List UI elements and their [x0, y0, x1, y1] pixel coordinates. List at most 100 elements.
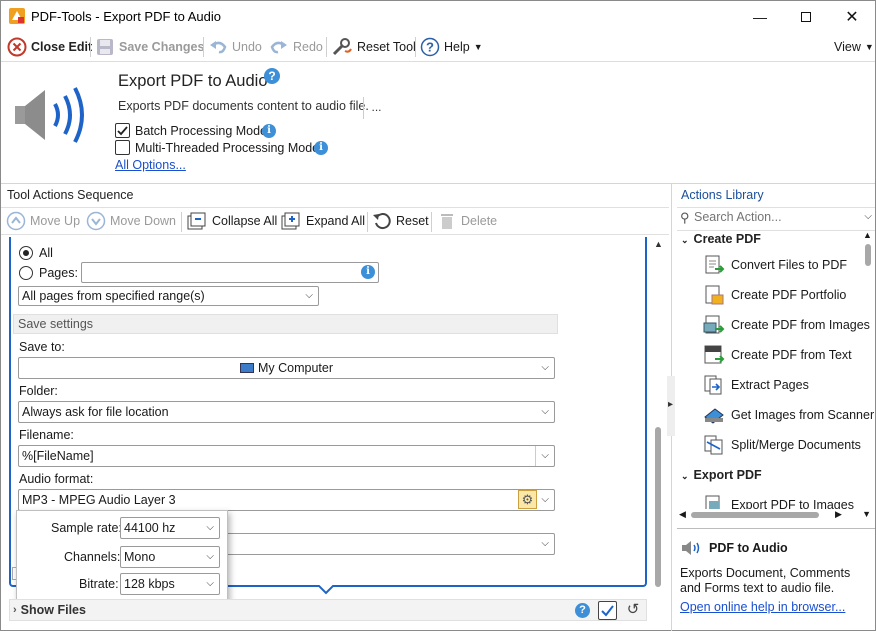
audio-format-select[interactable]: MP3 - MPEG Audio Layer 3 ⌵	[18, 489, 555, 511]
show-files-bar	[9, 599, 647, 621]
move-down-label: Move Down	[110, 214, 176, 228]
library-hscrollbar[interactable]: ◀ ▶ ▼	[677, 509, 875, 521]
audio-settings-gear-icon[interactable]: ⚙	[518, 490, 537, 509]
tool-help-icon[interactable]: ?	[264, 68, 280, 84]
chevron-down-icon: ⌵	[206, 551, 214, 562]
save-to-label: Save to:	[19, 340, 65, 354]
info-title: PDF to Audio	[709, 541, 788, 555]
filename-input[interactable]: %[FileName] ⌵	[18, 445, 555, 467]
library-item[interactable]: Export PDF to Images	[703, 493, 854, 509]
main-toolbar: Close Edit Save Changes Undo Redo Reset …	[1, 32, 875, 62]
expand-all-button[interactable]: Expand All	[280, 210, 365, 232]
reset-tool-label: Reset Tool	[357, 40, 416, 54]
multi-thread-info-icon[interactable]: i	[314, 141, 328, 155]
multi-thread-checkbox[interactable]	[115, 140, 130, 155]
filename-value: %[FileName]	[22, 449, 94, 463]
chevron-down-icon: ⌄	[681, 471, 689, 481]
library-item[interactable]: Split/Merge Documents	[703, 433, 861, 457]
chevron-down-icon: ⌵	[541, 494, 549, 505]
sample-rate-select[interactable]: 44100 hz ⌵	[120, 517, 220, 539]
library-item[interactable]: Create PDF from Images	[703, 313, 870, 337]
collapse-all-button[interactable]: Collapse All	[186, 210, 277, 232]
scroll-up-arrow[interactable]: ▲	[654, 239, 663, 249]
view-button[interactable]: View ▼	[834, 36, 874, 58]
folder-select[interactable]: Always ask for file location ⌵	[18, 401, 555, 423]
svg-text:?: ?	[426, 40, 434, 55]
pages-info-icon[interactable]: i	[361, 265, 375, 279]
all-pages-radio[interactable]	[19, 246, 33, 260]
speaker-icon	[11, 84, 93, 144]
chevron-down-icon: ⌵	[535, 446, 549, 466]
range-select[interactable]: All pages from specified range(s) ⌵	[18, 286, 319, 306]
batch-mode-label: Batch Processing Mode	[135, 124, 268, 138]
library-item-label: Split/Merge Documents	[731, 438, 861, 452]
expand-icon	[281, 212, 300, 230]
speaker-small-icon	[681, 540, 703, 556]
scroll-down-arrow[interactable]: ▼	[862, 509, 871, 519]
export-images-icon	[703, 495, 725, 509]
bitrate-value: 128 kbps	[124, 577, 175, 591]
library-scrollbar[interactable]: ▲	[861, 230, 875, 510]
chevron-right-icon[interactable]: ▸	[668, 399, 673, 410]
help-icon: ?	[420, 37, 440, 57]
chevron-down-icon: ▼	[864, 42, 874, 52]
chevron-down-icon: ⌵	[305, 290, 313, 301]
group-create-pdf[interactable]: ⌄ Create PDF	[681, 232, 761, 246]
scroll-thumb[interactable]	[865, 244, 871, 266]
redo-label: Redo	[293, 40, 323, 54]
sequence-scrollbar[interactable]: ▲	[652, 237, 665, 597]
channels-select[interactable]: Mono ⌵	[120, 546, 220, 568]
pages-input[interactable]	[81, 262, 379, 283]
undo-button[interactable]: Undo	[208, 36, 262, 58]
maximize-button[interactable]	[783, 1, 829, 32]
library-search[interactable]: ⚲ ⌵	[677, 207, 875, 229]
scroll-right-arrow[interactable]: ▶	[835, 509, 842, 520]
scroll-hthumb[interactable]	[691, 512, 819, 518]
scanner-icon	[703, 405, 725, 425]
delete-button[interactable]: Delete	[437, 210, 497, 232]
library-title: Actions Library	[681, 188, 764, 202]
minimize-button[interactable]: —	[737, 1, 783, 32]
chevron-down-icon[interactable]: ⌵	[864, 211, 872, 222]
reset-button[interactable]: Reset	[372, 210, 429, 232]
collapse-all-label: Collapse All	[212, 214, 278, 228]
library-item[interactable]: Convert Files to PDF	[703, 253, 847, 277]
save-changes-button[interactable]: Save Changes	[95, 36, 204, 58]
search-icon: ⚲	[680, 210, 690, 225]
reset-icon	[373, 213, 391, 230]
show-files-help-icon[interactable]: ?	[575, 603, 590, 618]
batch-mode-checkbox[interactable]	[115, 123, 130, 138]
undo-small-icon[interactable]: ↺	[624, 601, 642, 619]
move-up-button[interactable]: Move Up	[6, 210, 80, 232]
chevron-down-icon: ⌵	[206, 522, 214, 533]
scroll-thumb[interactable]	[655, 427, 661, 587]
all-options-link[interactable]: All Options...	[115, 158, 186, 172]
search-input[interactable]	[694, 210, 854, 224]
scroll-up-arrow[interactable]: ▲	[863, 230, 872, 240]
library-item[interactable]: Get Images from Scanner	[703, 403, 874, 427]
redo-button[interactable]: Redo	[269, 36, 323, 58]
library-item[interactable]: Extract Pages	[703, 373, 809, 397]
close-window-button[interactable]: ✕	[829, 1, 875, 32]
expand-all-label: Expand All	[306, 214, 366, 228]
move-down-button[interactable]: Move Down	[86, 210, 176, 232]
library-item[interactable]: Create PDF from Text	[703, 343, 852, 367]
folder-label: Folder:	[19, 384, 58, 398]
more-options-button[interactable]: ...	[363, 97, 389, 119]
scroll-left-arrow[interactable]: ◀	[679, 509, 686, 520]
help-button[interactable]: ? Help ▼	[420, 36, 483, 58]
show-files-toggle[interactable]: › Show Files	[13, 599, 86, 621]
library-item[interactable]: Create PDF Portfolio	[703, 283, 846, 307]
bitrate-select[interactable]: 128 kbps ⌵	[120, 573, 220, 595]
chevron-down-icon: ⌄	[681, 235, 689, 245]
pages-radio[interactable]	[19, 266, 33, 280]
all-pages-label: All	[39, 246, 53, 260]
confirm-check-icon[interactable]	[598, 601, 617, 620]
batch-info-icon[interactable]: i	[262, 124, 276, 138]
save-to-select[interactable]: My Computer ⌵	[18, 357, 555, 379]
reset-tool-button[interactable]: Reset Tool	[331, 36, 416, 58]
close-edit-button[interactable]: Close Edit	[7, 36, 92, 58]
group-export-pdf[interactable]: ⌄ Export PDF	[681, 468, 762, 482]
online-help-link[interactable]: Open online help in browser...	[680, 600, 845, 614]
sample-rate-label: Sample rate:	[51, 521, 122, 535]
